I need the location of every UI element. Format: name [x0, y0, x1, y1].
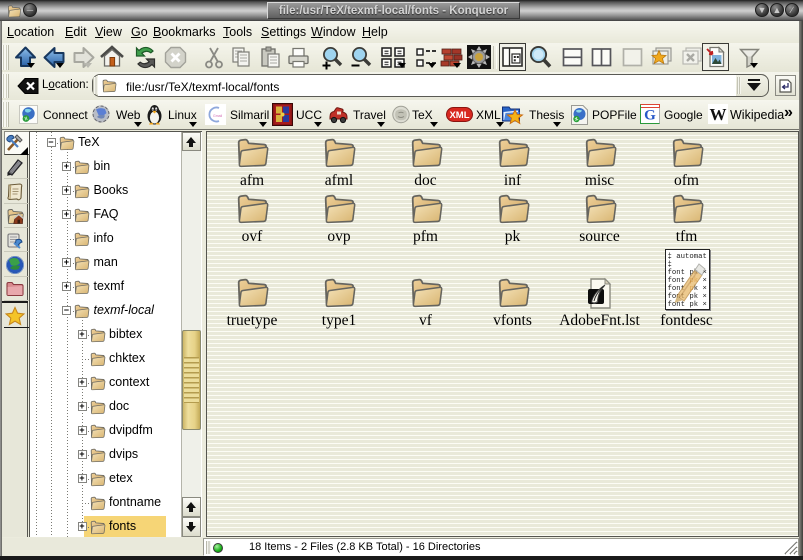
svg-text:Gmail: Gmail [213, 114, 222, 118]
svg-text:W: W [710, 105, 727, 124]
svg-text:XML: XML [449, 110, 469, 121]
svg-text:G: G [644, 108, 656, 124]
